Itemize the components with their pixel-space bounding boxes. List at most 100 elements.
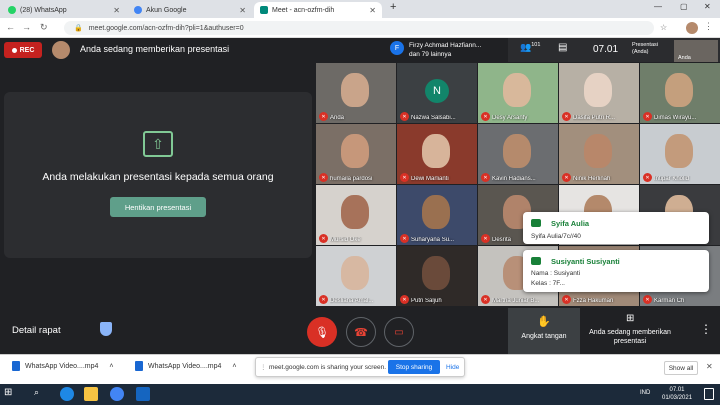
reload-icon[interactable]: ↻	[40, 22, 48, 33]
meet-icon	[260, 6, 268, 14]
mic-off-button[interactable]: 🎙	[307, 317, 337, 347]
tab-label: Akun Google	[146, 6, 187, 14]
meeting-clock: 07.01	[593, 44, 619, 55]
mic-muted-icon: ✕	[319, 173, 328, 182]
camera-button[interactable]: ▭	[384, 317, 414, 347]
close-icon[interactable]: ✕	[369, 6, 376, 15]
participant-name: Dasifa Putri R...	[573, 115, 616, 121]
url-input[interactable]: 🔒 meet.google.com/acn-ozfm-dih?pli=1&auth…	[64, 21, 654, 35]
video-player-icon[interactable]	[136, 387, 150, 401]
participant-tile[interactable]: ✕ Kavin Hadians...	[478, 124, 558, 184]
windows-start-icon[interactable]: ⊞	[4, 387, 18, 401]
tab-google-account[interactable]: Akun Google ✕	[128, 2, 252, 18]
participant-video	[584, 134, 612, 168]
mic-off-icon: 🎙	[315, 326, 329, 339]
notification-center-icon[interactable]	[704, 388, 714, 400]
participant-initial: N	[425, 79, 449, 103]
download-filename: WhatsApp Video....mp4	[25, 362, 99, 370]
edge-icon[interactable]	[60, 387, 74, 401]
close-icon[interactable]: ✕	[706, 362, 713, 371]
participant-tile[interactable]: ✕ Desliana Amal...	[316, 246, 396, 306]
system-clock[interactable]: 07.01 01/03/2021	[662, 386, 692, 402]
chat-toast-syifa[interactable]: Syifa Aulia Syifa Aulia/7c//40	[523, 212, 709, 244]
participant-tile[interactable]: ✕ Dimas Wirayu...	[640, 63, 720, 123]
download-item[interactable]: WhatsApp Video....mp4 ˄	[12, 361, 114, 371]
share-notice-text: meet.google.com is sharing your screen.	[269, 364, 387, 371]
download-item[interactable]: WhatsApp Video....mp4 ˄	[135, 361, 237, 371]
minimize-button[interactable]: —	[654, 2, 662, 11]
participant-name: Karman Ch	[654, 298, 685, 304]
participant-tile[interactable]: ✕ Ninik Herlinah	[559, 124, 639, 184]
video-icon: ▭	[394, 326, 404, 338]
star-icon[interactable]: ☆	[660, 23, 667, 32]
more-options-icon[interactable]: ⋮	[700, 322, 712, 336]
show-all-button[interactable]: Show all	[664, 361, 698, 375]
chevron-up-icon[interactable]: ˄	[232, 363, 236, 370]
present-icon[interactable]: ⊞	[626, 313, 634, 324]
participant-name: Ninik Herlinah	[573, 176, 611, 182]
chrome-icon[interactable]	[110, 387, 124, 401]
chat-message-line2: Kelas : 7F...	[531, 280, 565, 287]
close-icon[interactable]: ✕	[239, 6, 246, 15]
participant-tile[interactable]: N ✕ Nazwa Salsabi...	[397, 63, 477, 123]
new-tab-button[interactable]: +	[390, 1, 396, 13]
taskbar-time: 07.01	[669, 387, 685, 393]
participant-tile[interactable]: ✕ Dewi Marlianti	[397, 124, 477, 184]
mic-muted-icon: ✕	[319, 234, 328, 243]
presenting-message: Anda melakukan presentasi kepada semua o…	[42, 171, 274, 183]
mic-muted-icon: ✕	[562, 173, 571, 182]
meeting-details-button[interactable]: Detail rapat	[12, 325, 61, 336]
file-icon	[135, 361, 143, 371]
file-explorer-icon[interactable]	[84, 387, 98, 401]
participant-name: Dewi Marlianti	[411, 176, 449, 182]
participant-tile[interactable]: ✕ Intipar Kholid	[640, 124, 720, 184]
hide-button[interactable]: Hide	[446, 364, 459, 371]
maximize-button[interactable]: ▢	[680, 2, 688, 11]
drag-handle-icon[interactable]: ⋮	[260, 363, 267, 371]
chat-toast-susiyanti[interactable]: Susiyanti Susiyanti Nama : Susiyanti Kel…	[523, 250, 709, 292]
people-icon[interactable]: 👥101	[520, 42, 540, 53]
taskbar-date: 01/03/2021	[662, 395, 693, 401]
language-indicator[interactable]: IND	[640, 390, 650, 396]
participant-name: Dimas Wirayu...	[654, 115, 697, 121]
close-window-button[interactable]: ✕	[704, 2, 711, 11]
chat-message-icon	[531, 219, 541, 227]
shield-icon[interactable]	[100, 322, 112, 336]
mic-muted-icon: ✕	[400, 234, 409, 243]
chat-sender: Syifa Aulia	[551, 219, 590, 228]
mic-muted-icon: ✕	[562, 295, 571, 304]
join-notification: Firzy Achmad Hazfiann... dan 79 lainnya	[409, 41, 499, 59]
participant-name: Mursid Oke	[330, 237, 361, 243]
mic-muted-icon: ✕	[643, 295, 652, 304]
mic-muted-icon: ✕	[400, 295, 409, 304]
participant-name: Putri Saljuh	[411, 298, 442, 304]
tab-meet[interactable]: Meet - acn-ozfm-dih ✕	[254, 2, 382, 18]
participant-tile[interactable]: ✕ Putri Saljuh	[397, 246, 477, 306]
participant-tile[interactable]: ✕ Suharyana Su...	[397, 185, 477, 245]
close-icon[interactable]: ✕	[113, 6, 120, 15]
participant-tile[interactable]: ✕ Anda	[316, 63, 396, 123]
back-icon[interactable]: ←	[6, 22, 15, 32]
stop-sharing-button[interactable]: Stop sharing	[388, 360, 440, 374]
participant-tile[interactable]: ✕ humaila pardosi	[316, 124, 396, 184]
search-icon[interactable]: ⌕	[34, 387, 48, 401]
forward-icon[interactable]: →	[22, 22, 31, 32]
participant-tile[interactable]: ✕ Desy Arsanty	[478, 63, 558, 123]
mic-muted-icon: ✕	[562, 112, 571, 121]
menu-icon[interactable]: ⋮	[704, 21, 713, 32]
participant-name: Anda	[330, 115, 345, 121]
participant-video	[665, 73, 693, 107]
tab-whatsapp[interactable]: (28) WhatsApp ✕	[2, 2, 126, 18]
chat-icon[interactable]: ▤	[558, 42, 567, 53]
phone-icon: ☎	[354, 326, 368, 339]
self-presentation-thumb[interactable]: Anda	[674, 40, 718, 62]
tab-label: Meet - acn-ozfm-dih	[272, 6, 335, 14]
hang-up-button[interactable]: ☎	[346, 317, 376, 347]
mic-muted-icon: ✕	[400, 112, 409, 121]
presenting-control-label[interactable]: Anda sedang memberikan presentasi	[586, 328, 674, 346]
profile-avatar[interactable]	[686, 22, 698, 34]
participant-tile[interactable]: ✕ Mursid Oke	[316, 185, 396, 245]
stop-presenting-button[interactable]: Hentikan presentasi	[110, 197, 206, 217]
participant-tile[interactable]: ✕ Dasifa Putri R...	[559, 63, 639, 123]
chevron-up-icon[interactable]: ˄	[109, 363, 113, 370]
